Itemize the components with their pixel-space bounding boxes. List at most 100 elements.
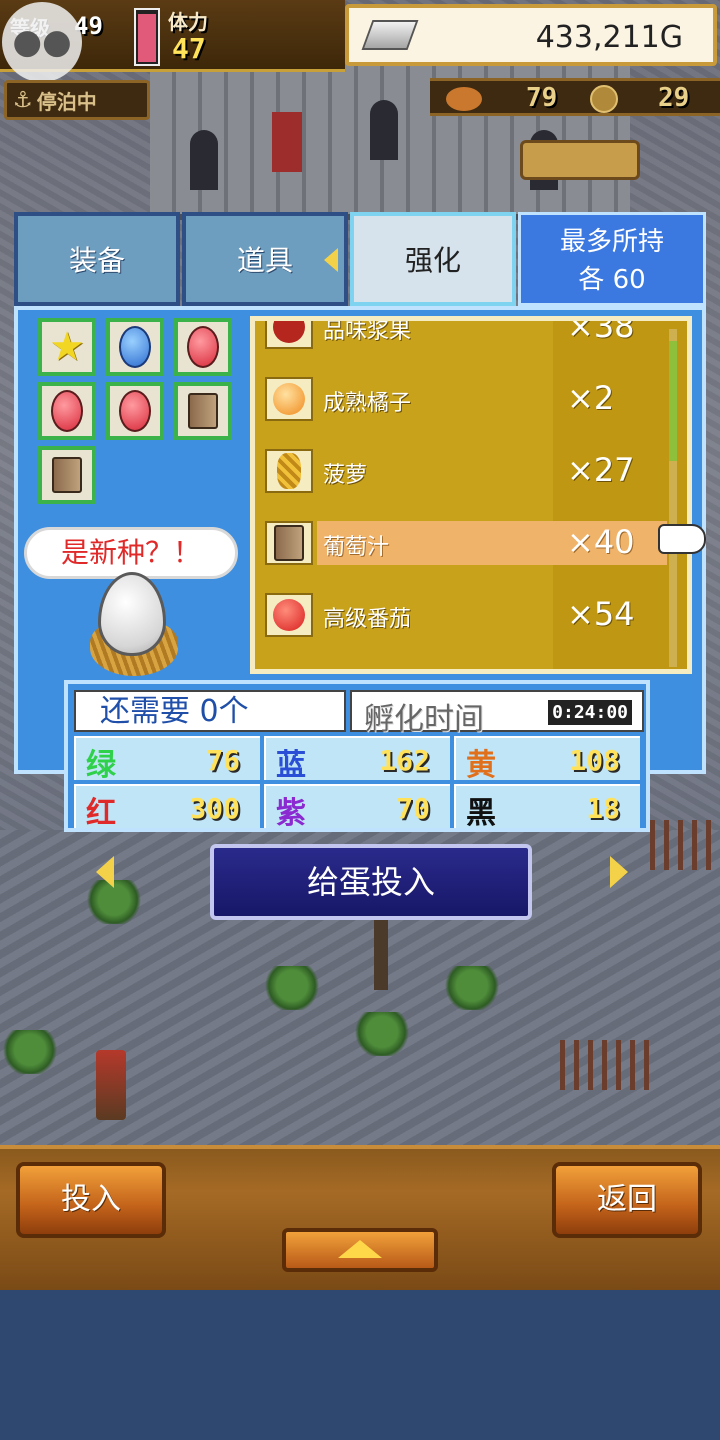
- juice-mug-icon: [188, 393, 218, 429]
- egg-slot[interactable]: [106, 382, 164, 440]
- silver-ingot-icon: [361, 20, 419, 50]
- anchor-icon: ⚓: [13, 87, 33, 113]
- egg-slot[interactable]: [174, 318, 232, 376]
- tomato-icon: [265, 593, 313, 637]
- food-count: 79: [526, 83, 558, 113]
- capacity-line2: 各 60: [578, 265, 646, 295]
- stat-purple: 紫 70: [264, 784, 450, 831]
- blue-egg-icon: [119, 326, 151, 368]
- stat-label: 蓝: [276, 748, 306, 783]
- up-arrow-icon: [338, 1240, 382, 1258]
- back-button[interactable]: 返回: [552, 1162, 702, 1238]
- hatch-time-box: 孵化时间 0:24:00: [350, 690, 644, 737]
- red-banner: [272, 112, 302, 172]
- egg-slot[interactable]: ★: [38, 318, 96, 376]
- bush: [262, 966, 322, 1010]
- stat-green: 绿 76: [74, 736, 260, 783]
- berry-shape: [273, 321, 305, 343]
- tab-left-arrow-icon[interactable]: [324, 248, 338, 272]
- item-list[interactable]: 品味浆果 ×38 成熟橘子 ×2 菠萝 ×27 葡萄汁 ×40 高级番茄 ×54: [250, 316, 692, 674]
- stat-red: 红 300: [74, 784, 260, 831]
- list-item[interactable]: 品味浆果 ×38: [255, 316, 687, 355]
- stat-label: 红: [86, 796, 116, 831]
- tab-enhance[interactable]: 强化: [350, 212, 516, 306]
- pointer-hand-icon: [658, 524, 706, 554]
- items-needed: 还需要 0个: [74, 690, 346, 732]
- juice-mug-icon: [265, 521, 313, 565]
- stat-blue: 蓝 162: [264, 736, 450, 783]
- tab-enhance-label: 强化: [404, 244, 461, 277]
- red-egg-icon: [187, 326, 219, 368]
- fence: [560, 1040, 650, 1090]
- stat-value: 162: [379, 744, 430, 777]
- money-value: 433,211G: [535, 20, 683, 55]
- gamepad-overlay-button[interactable]: ●●: [2, 2, 82, 82]
- item-quantity: ×40: [567, 523, 635, 561]
- list-item-selected[interactable]: 葡萄汁 ×40: [255, 515, 687, 571]
- medal-count: 29: [658, 83, 690, 113]
- capacity-line1: 最多所持: [559, 227, 664, 257]
- stat-value: 18: [586, 792, 620, 825]
- bush: [352, 1012, 412, 1056]
- stat-label: 绿: [86, 748, 116, 783]
- item-quantity: ×38: [567, 316, 635, 345]
- hp-gauge-fill: [138, 14, 156, 62]
- tomato-shape: [273, 599, 305, 631]
- stat-value: 70: [396, 792, 430, 825]
- resource-bar: 79 29: [430, 78, 720, 116]
- stat-label: 黑: [466, 796, 496, 831]
- medal-icon: [590, 85, 618, 113]
- item-name: 成熟橘子: [323, 391, 412, 416]
- bush: [0, 1030, 60, 1074]
- juice-mug-icon: [52, 457, 82, 493]
- insert-button[interactable]: 投入: [16, 1162, 166, 1238]
- stat-yellow: 黄 108: [454, 736, 640, 783]
- red-egg-icon: [119, 390, 151, 432]
- stat-value: 108: [569, 744, 620, 777]
- bush: [442, 966, 502, 1010]
- docked-text: 停泊中: [36, 89, 97, 114]
- egg-slot[interactable]: [106, 318, 164, 376]
- gamepad-icon: ●●: [12, 22, 72, 62]
- item-quantity: ×27: [567, 451, 635, 489]
- egg-slot[interactable]: [38, 446, 96, 504]
- food-icon: [446, 87, 482, 111]
- egg-slot[interactable]: [174, 382, 232, 440]
- next-arrow-icon[interactable]: [610, 856, 628, 888]
- orange-shape: [273, 383, 305, 415]
- stat-value: 76: [206, 744, 240, 777]
- prev-arrow-icon[interactable]: [96, 856, 114, 888]
- egg-slot[interactable]: [38, 382, 96, 440]
- tab-equipment[interactable]: 装备: [14, 212, 180, 306]
- torch: [96, 1050, 126, 1120]
- list-item[interactable]: 菠萝 ×27: [255, 443, 687, 499]
- item-quantity: ×2: [567, 379, 615, 417]
- item-name: 高级番茄: [323, 607, 412, 632]
- list-item[interactable]: 成熟橘子 ×2: [255, 371, 687, 427]
- tab-items-label: 道具: [236, 244, 293, 277]
- mug-shape: [274, 525, 304, 561]
- pineapple-shape: [277, 453, 301, 489]
- list-item[interactable]: 高级番茄 ×54: [255, 587, 687, 643]
- fence: [650, 820, 720, 870]
- item-quantity: ×54: [567, 595, 635, 633]
- berry-icon: [265, 321, 313, 349]
- stat-label: 黄: [466, 748, 496, 783]
- star-icon: ★: [49, 324, 85, 370]
- item-name: 品味浆果: [323, 319, 412, 344]
- stat-black: 黑 18: [454, 784, 640, 831]
- stat-label: 紫: [276, 796, 306, 831]
- lamp-post: [374, 920, 388, 990]
- tab-equipment-label: 装备: [68, 244, 125, 277]
- insert-into-egg-button[interactable]: 给蛋投入: [210, 844, 532, 920]
- castle-window: [370, 100, 398, 160]
- docked-status[interactable]: ⚓ 停泊中: [4, 80, 150, 120]
- egg-stats-box: 还需要 0个 孵化时间 0:24:00 绿 76 蓝 162 黄 108 红 3…: [64, 680, 650, 832]
- shop-sign: [520, 140, 640, 180]
- hatch-time-value: 0:24:00: [548, 700, 632, 725]
- expand-menu-button[interactable]: [282, 1228, 438, 1272]
- empty-area: [0, 1290, 720, 1440]
- stamina-value: 47: [172, 32, 206, 65]
- bush: [84, 880, 144, 924]
- stamina-label: 体力: [168, 10, 208, 34]
